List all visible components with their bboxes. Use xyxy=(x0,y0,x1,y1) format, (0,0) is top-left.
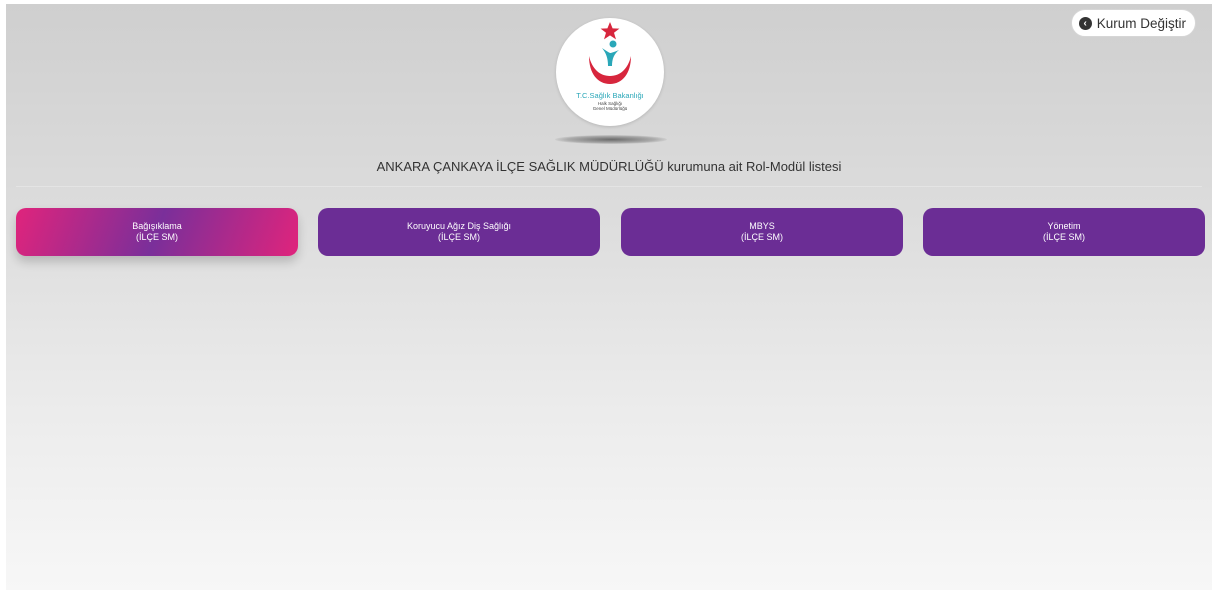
module-name: MBYS xyxy=(749,221,775,231)
module-card-yonetim[interactable]: Yönetim (İLÇE SM) xyxy=(923,208,1205,256)
module-list: Bağışıklama (İLÇE SM) Koruyucu Ağız Diş … xyxy=(16,208,1206,256)
module-role: (İLÇE SM) xyxy=(437,232,480,242)
module-card-mbys[interactable]: MBYS (İLÇE SM) xyxy=(621,208,903,256)
module-role: (İLÇE SM) xyxy=(135,232,178,242)
page-title: ANKARA ÇANKAYA İLÇE SAĞLIK MÜDÜRLÜĞÜ kur… xyxy=(376,159,842,174)
module-card-bagisiklama[interactable]: Bağışıklama (İLÇE SM) xyxy=(16,208,298,256)
logo-title: T.C.Sağlık Bakanlığı xyxy=(576,91,644,100)
page-background: ‹ Kurum Değiştir T.C.Sağlık Bakanlığı Ha… xyxy=(6,4,1212,590)
star-icon xyxy=(600,22,620,40)
logo-subtitle-line2: Genel Müdürlüğü xyxy=(592,106,628,111)
change-institution-button[interactable]: ‹ Kurum Değiştir xyxy=(1070,9,1196,37)
module-role: (İLÇE SM) xyxy=(1042,232,1085,242)
logo-shadow xyxy=(555,135,667,144)
module-name: Koruyucu Ağız Diş Sağlığı xyxy=(406,221,512,231)
module-role: (İLÇE SM) xyxy=(740,232,783,242)
figure-head-icon xyxy=(609,40,617,48)
module-name: Yönetim xyxy=(1047,221,1081,231)
circle-arrow-left-icon: ‹ xyxy=(1078,16,1092,30)
ministry-logo: T.C.Sağlık Bakanlığı Halk Sağlığı Genel … xyxy=(556,18,664,126)
logo-subtitle: Halk Sağlığı Genel Müdürlüğü xyxy=(556,101,664,111)
change-institution-label: Kurum Değiştir xyxy=(1096,15,1186,31)
module-card-koruyucu-agiz-dis-sagligi[interactable]: Koruyucu Ağız Diş Sağlığı (İLÇE SM) xyxy=(318,208,600,256)
figure-body-icon xyxy=(602,48,619,66)
logo-circle: T.C.Sağlık Bakanlığı Halk Sağlığı Genel … xyxy=(556,18,664,126)
divider xyxy=(16,186,1202,187)
module-name: Bağışıklama xyxy=(132,221,182,231)
